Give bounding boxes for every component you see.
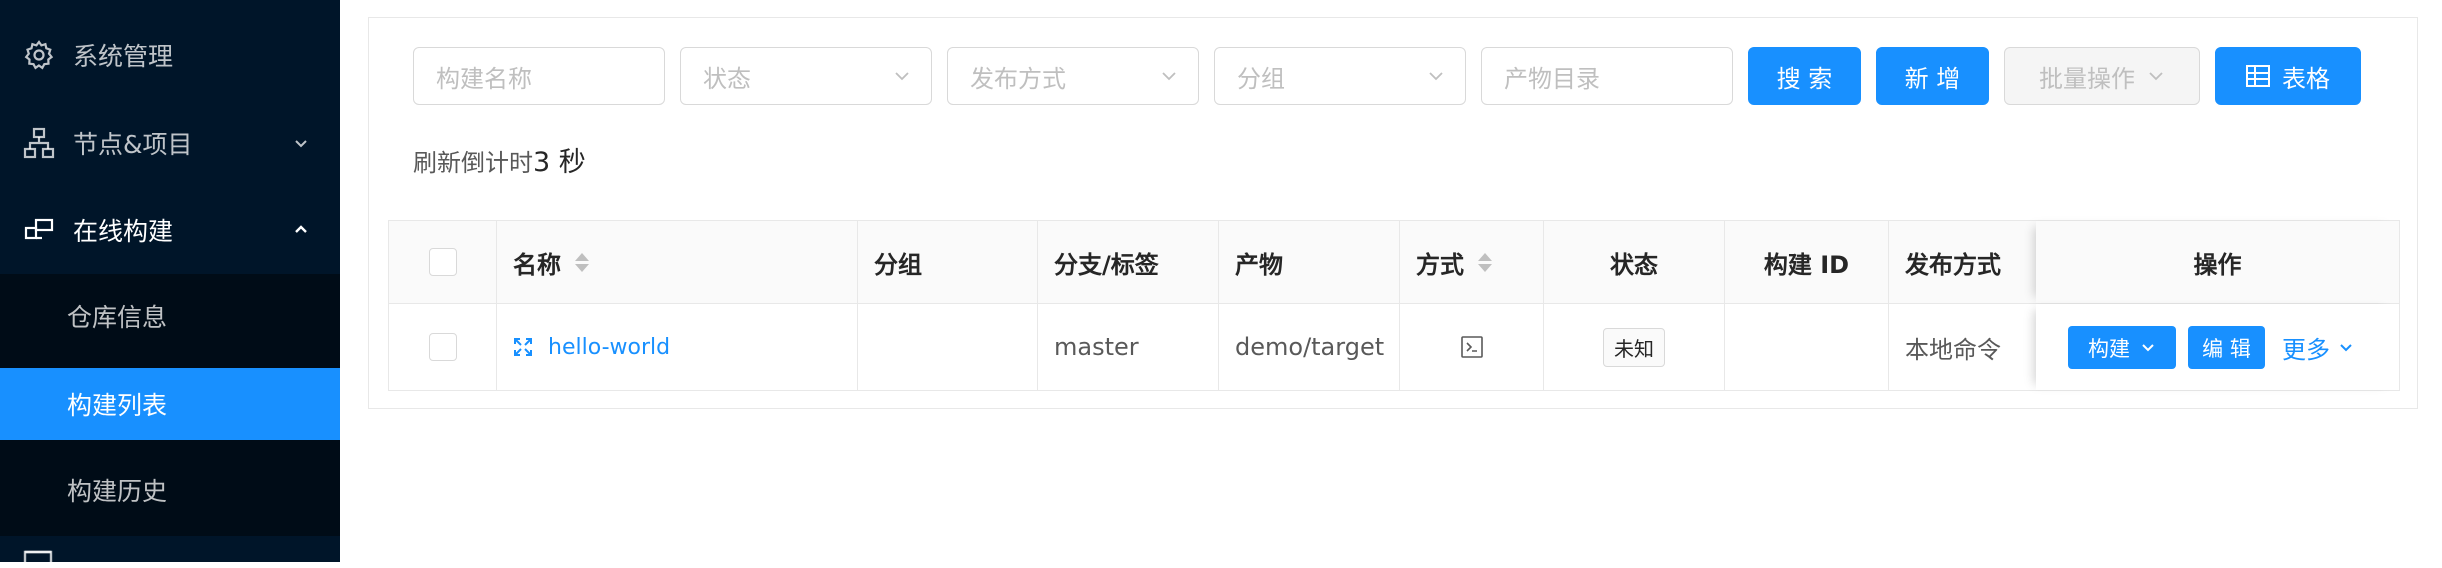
- chevron-down-icon: [295, 140, 307, 148]
- edit-button[interactable]: 编 辑: [2188, 326, 2265, 369]
- column-label: 方式: [1416, 250, 1464, 279]
- chevron-down-icon: [2149, 72, 2163, 81]
- product-value: demo/target: [1235, 333, 1385, 361]
- cell-product: demo/target: [1219, 304, 1400, 390]
- column-header-group: 分组: [858, 221, 1038, 303]
- column-header-name[interactable]: 名称: [497, 221, 858, 303]
- menu-item-online-build[interactable]: 在线构建: [0, 197, 340, 263]
- column-label: 发布方式: [1905, 250, 2001, 279]
- branch-value: master: [1054, 333, 1139, 361]
- menu-item-system-management[interactable]: 系统管理: [0, 22, 340, 88]
- column-label: 名称: [513, 250, 561, 279]
- add-button[interactable]: 新 增: [1876, 47, 1989, 105]
- build-name-link[interactable]: hello-world: [548, 335, 670, 360]
- column-label: 状态: [1610, 250, 1658, 279]
- column-label: 操作: [2193, 250, 2242, 279]
- chevron-down-icon: [1162, 72, 1176, 81]
- table-view-button[interactable]: 表格: [2215, 47, 2361, 105]
- status-select[interactable]: 状态: [680, 47, 932, 105]
- button-label: 新 增: [1904, 64, 1961, 93]
- build-list-card: 构建名称 状态 发布方式 分组 产物目录 搜 索 新 增 批量操作 表格 刷新倒…: [368, 17, 2418, 409]
- refresh-countdown: 刷新倒计时3 秒: [413, 140, 586, 179]
- more-label: 更多: [2282, 336, 2330, 364]
- chevron-down-icon: [2142, 343, 2154, 351]
- status-badge: 未知: [1603, 327, 1665, 367]
- placeholder: 发布方式: [970, 64, 1066, 93]
- column-header-actions: 操作: [2036, 221, 2399, 303]
- column-label: 构建 ID: [1763, 250, 1850, 279]
- terminal-icon: [1460, 336, 1483, 358]
- row-checkbox[interactable]: [428, 333, 457, 361]
- sitemap-icon: [23, 127, 55, 159]
- countdown-label: 刷新倒计时: [413, 149, 533, 177]
- column-label: 分组: [874, 250, 922, 279]
- column-label: 分支/标签: [1054, 250, 1159, 279]
- countdown-value: 3 秒: [533, 147, 586, 178]
- submenu-item-build-list[interactable]: 构建列表: [0, 368, 340, 440]
- cell-group: [858, 304, 1038, 390]
- placeholder: 构建名称: [436, 64, 532, 93]
- menu-label: 系统管理: [73, 42, 174, 71]
- button-label: 表格: [2282, 64, 2330, 93]
- placeholder: 分组: [1237, 64, 1285, 93]
- cell-actions: 构建 编 辑 更多: [2036, 304, 2399, 390]
- button-label: 批量操作: [2039, 64, 2135, 93]
- cell-build-id: [1725, 304, 1889, 390]
- table-icon: [2246, 65, 2270, 87]
- submenu-label: 构建历史: [67, 477, 168, 506]
- file-icon: [23, 550, 53, 568]
- search-button[interactable]: 搜 索: [1748, 47, 1861, 105]
- button-label: 构建: [2088, 336, 2130, 361]
- release-method-select[interactable]: 发布方式: [947, 47, 1199, 105]
- more-dropdown[interactable]: 更多: [2282, 326, 2354, 369]
- release-method-value: 本地命令: [1905, 335, 2001, 364]
- product-dir-input[interactable]: 产物目录: [1481, 47, 1733, 105]
- group-select[interactable]: 分组: [1214, 47, 1466, 105]
- column-header-release-method: 发布方式: [1889, 221, 2038, 303]
- gear-icon: [24, 40, 54, 70]
- build-dropdown-button[interactable]: 构建: [2068, 326, 2176, 369]
- expand-icon[interactable]: [513, 337, 533, 357]
- sidebar: 系统管理 节点&项目 在线构建 仓库信息 构建列表 构建历史: [0, 0, 340, 568]
- cell-status: 未知: [1544, 304, 1725, 390]
- cell-release-method: 本地命令: [1889, 304, 2038, 390]
- submenu-label: 仓库信息: [67, 303, 168, 332]
- submenu-item-build-history[interactable]: 构建历史: [0, 454, 340, 526]
- chevron-down-icon: [2340, 343, 2352, 351]
- sort-icon[interactable]: [1478, 252, 1492, 272]
- column-header-method[interactable]: 方式: [1400, 221, 1544, 303]
- submenu-label: 构建列表: [67, 391, 168, 420]
- chevron-down-icon: [1429, 72, 1443, 81]
- table-row: hello-world master demo/target 未知 本地命令 构…: [389, 304, 2399, 390]
- submenu-online-build: 仓库信息 构建列表 构建历史: [0, 274, 340, 536]
- placeholder: 产物目录: [1504, 64, 1600, 93]
- build-table: 名称 分组 分支/标签 产物 方式 状态 构建 ID 发布方式 操作 hello…: [388, 220, 2400, 391]
- placeholder: 状态: [703, 64, 751, 93]
- sort-icon[interactable]: [575, 252, 589, 272]
- build-name-input[interactable]: 构建名称: [413, 47, 665, 105]
- button-label: 搜 索: [1776, 64, 1833, 93]
- select-all-checkbox[interactable]: [428, 248, 457, 276]
- column-label: 产物: [1235, 250, 1283, 279]
- column-header-product: 产物: [1219, 221, 1400, 303]
- chevron-down-icon: [895, 72, 909, 81]
- cell-method: [1400, 304, 1544, 390]
- table-header: 名称 分组 分支/标签 产物 方式 状态 构建 ID 发布方式 操作: [389, 221, 2399, 304]
- menu-label: 节点&项目: [73, 130, 193, 159]
- column-header-branch: 分支/标签: [1038, 221, 1219, 303]
- row-select-cell: [389, 304, 497, 390]
- column-header-build-id: 构建 ID: [1725, 221, 1889, 303]
- submenu-item-repository-info[interactable]: 仓库信息: [0, 280, 340, 352]
- menu-label: 在线构建: [73, 217, 174, 246]
- cell-branch: master: [1038, 304, 1219, 390]
- chevron-up-icon: [295, 225, 307, 233]
- cell-name: hello-world: [497, 304, 858, 390]
- menu-item-nodes-projects[interactable]: 节点&项目: [0, 110, 340, 176]
- column-header-status: 状态: [1544, 221, 1725, 303]
- batch-operation-button[interactable]: 批量操作: [2004, 47, 2200, 105]
- button-label: 编 辑: [2202, 336, 2251, 361]
- build-icon: [24, 218, 54, 240]
- main-content: 构建名称 状态 发布方式 分组 产物目录 搜 索 新 增 批量操作 表格 刷新倒…: [340, 0, 2442, 562]
- select-all-cell: [389, 221, 497, 303]
